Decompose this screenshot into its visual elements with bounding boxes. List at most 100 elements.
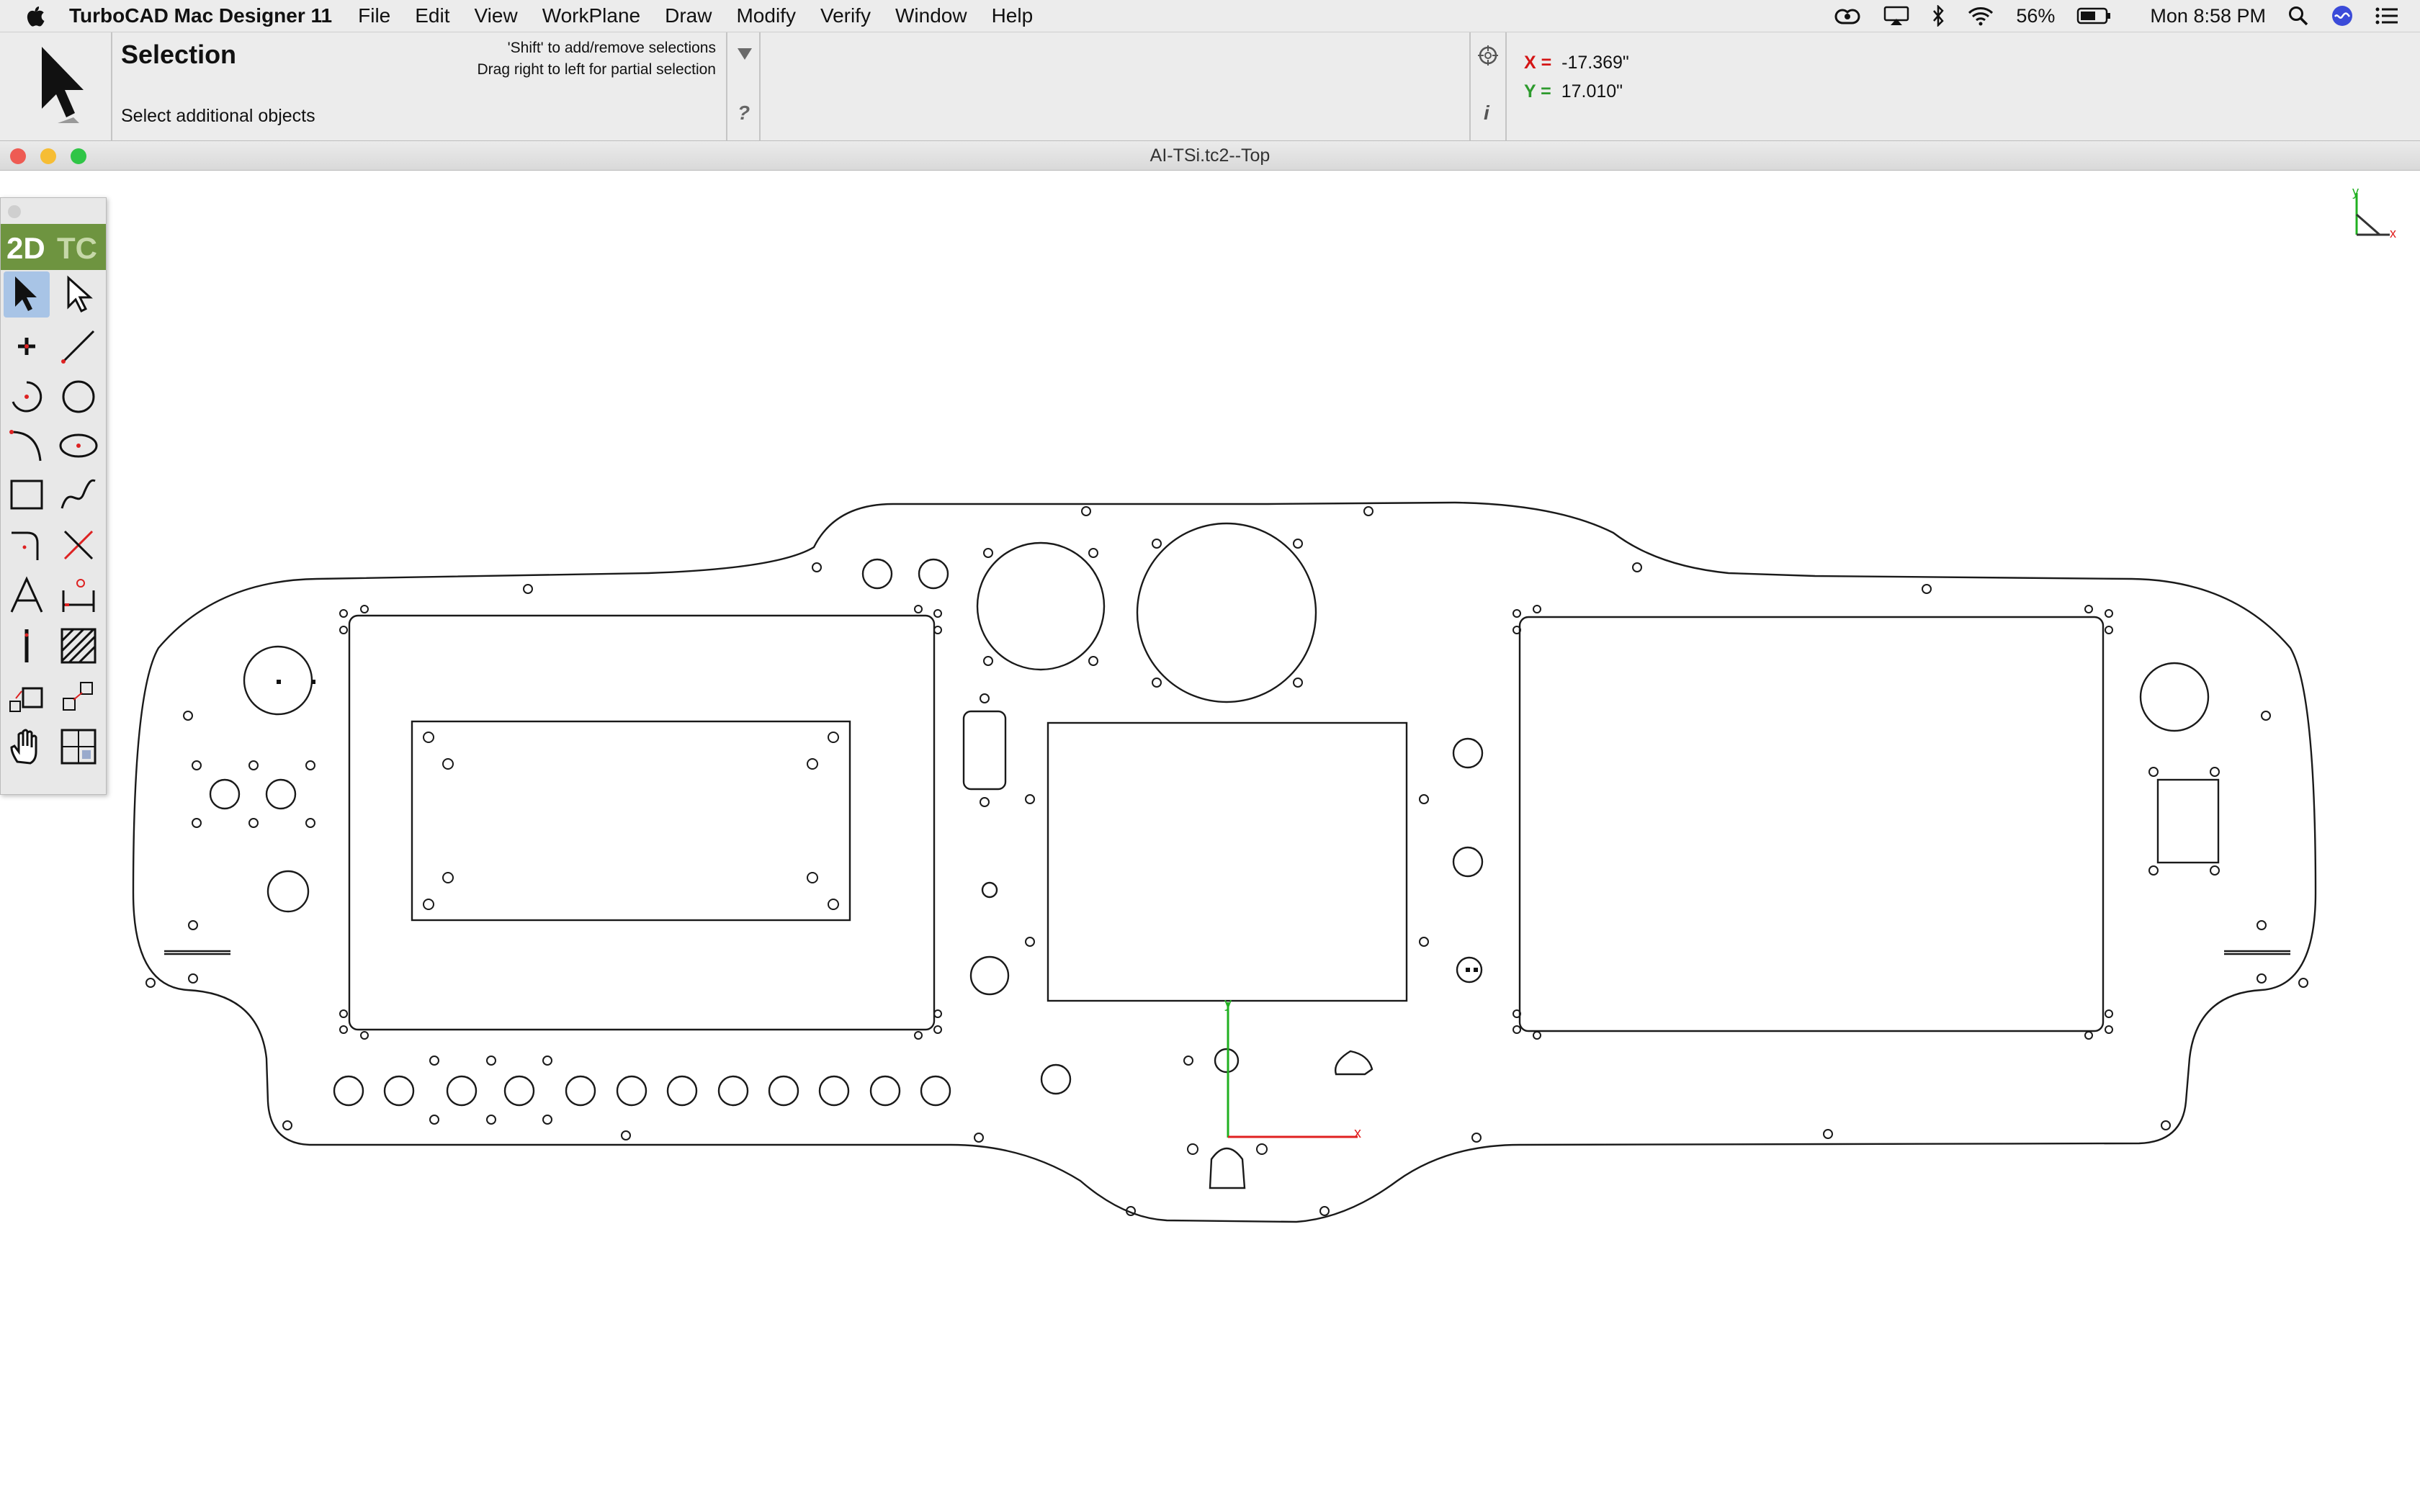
ellipse-icon [59,433,98,458]
rectangle-icon [10,480,43,510]
right-screen-cutout [1518,616,2105,1032]
left-screen-cutout [348,614,936,1031]
view-grid-icon [60,729,97,765]
menu-edit[interactable]: Edit [415,4,449,27]
transform-icon [63,682,93,711]
spline-icon [60,479,96,509]
creative-cloud-icon[interactable] [1833,6,1862,26]
line-tool-button[interactable] [55,323,102,369]
spotlight-search-icon[interactable] [2287,5,2309,27]
tool-title: Selection [121,40,237,69]
arc-icon [12,381,42,413]
line-icon [61,330,95,364]
spline-tool-button[interactable] [55,472,102,518]
point-tool-button[interactable] [4,323,50,369]
text-tool-button[interactable] [4,572,50,618]
edit-arrow-icon [67,275,93,313]
edit-tool-button[interactable] [55,271,102,318]
arc-tool-button[interactable] [4,374,50,420]
apple-icon[interactable] [26,5,45,27]
selection-arrow-icon [42,47,84,123]
y-coord-value[interactable]: 17.010" [1561,81,1623,102]
dimension-tool-button[interactable] [55,572,102,618]
dimension-icon [62,579,95,612]
zoom-window-button[interactable] [71,148,86,164]
copy-icon [9,687,43,712]
construction-line-icon [24,629,29,662]
view-axis-indicator: y x [2352,184,2396,240]
panel-outline [132,501,2317,1223]
instrument-hole-2 [1136,522,1317,703]
palette-tc-label: TC [57,231,97,265]
document-title-bar: AI-TSi.tc2--Top [0,141,2420,171]
select-arrow-icon [15,276,37,311]
instrument-hole-1 [976,541,1106,671]
battery-percent: 56% [2016,4,2056,27]
view-tool-button[interactable] [55,724,102,770]
trim-tool-button[interactable] [55,522,102,568]
siri-icon[interactable] [2331,4,2354,27]
hatch-tool-button[interactable] [55,623,102,669]
menu-file[interactable]: File [358,4,390,27]
menu-verify[interactable]: Verify [820,4,871,27]
point-icon [18,338,35,355]
coordinate-readout: X = -17.369" Y = 17.010" [1524,48,1629,106]
pan-tool-button[interactable] [4,724,50,770]
notification-center-icon[interactable] [2375,6,2398,25]
tool-prompt: Select additional objects [121,106,315,126]
select-tool-button[interactable] [4,271,50,318]
origin-y-label: y [1224,996,1232,1012]
curve-tool-button[interactable] [4,423,50,469]
fillet-icon [12,531,39,560]
document-title: AI-TSi.tc2--Top [1150,145,1270,166]
small-rect-right [2156,778,2220,864]
y-coord-label: Y = [1524,81,1551,102]
copy-tool-button[interactable] [4,673,50,719]
trim-icon [63,530,94,560]
left-inner-plate [411,720,851,922]
right-gauge-hole [2139,662,2210,732]
palette-2d-label: 2D [6,231,45,265]
hatch-icon [60,628,97,664]
rectangle-tool-button[interactable] [4,472,50,518]
airplay-icon[interactable] [1883,6,1909,26]
circle-tool-button[interactable] [55,374,102,420]
construction-tool-button[interactable] [4,623,50,669]
info-button[interactable]: i [1484,102,1489,125]
menu-bar: TurboCAD Mac Designer 11 File Edit View … [0,0,2420,32]
minimize-window-button[interactable] [40,148,56,164]
help-button[interactable]: ? [738,102,750,125]
tool-tip-drag: Drag right to left for partial selection [477,61,717,78]
close-window-button[interactable] [10,148,26,164]
view-y-label: y [2352,184,2359,199]
hand-pan-icon [10,729,37,765]
battery-icon[interactable] [2076,6,2111,25]
x-coord-label: X = [1524,53,1552,73]
menu-help[interactable]: Help [992,4,1034,27]
options-dropdown-icon[interactable] [735,44,755,64]
bluetooth-icon[interactable] [1931,5,1945,27]
menu-workplane[interactable]: WorkPlane [542,4,640,27]
wifi-icon[interactable] [1967,6,1994,26]
tool-option-bar: Selection Select additional objects 'Shi… [0,32,2420,141]
ellipse-tool-button[interactable] [55,423,102,469]
transform-tool-button[interactable] [55,673,102,719]
view-x-label: x [2390,226,2396,240]
menu-draw[interactable]: Draw [665,4,712,27]
app-name-menu[interactable]: TurboCAD Mac Designer 11 [69,4,332,27]
text-icon [10,576,43,613]
menu-window[interactable]: Window [895,4,967,27]
drawing-canvas[interactable]: y x y x [0,171,2420,1512]
snap-target-icon[interactable] [1476,44,1500,67]
curve-icon [9,430,42,462]
vertical-slot [962,710,1007,791]
x-coord-value[interactable]: -17.369" [1561,53,1629,73]
clock[interactable]: Mon 8:58 PM [2150,5,2266,27]
fillet-tool-button[interactable] [4,522,50,568]
palette-close-button[interactable] [8,205,21,218]
tool-tip-shift: 'Shift' to add/remove selections [507,40,716,56]
tool-palette: 2D TC [0,197,107,795]
menu-view[interactable]: View [475,4,518,27]
menu-modify[interactable]: Modify [736,4,795,27]
origin-x-label: x [1354,1125,1361,1141]
